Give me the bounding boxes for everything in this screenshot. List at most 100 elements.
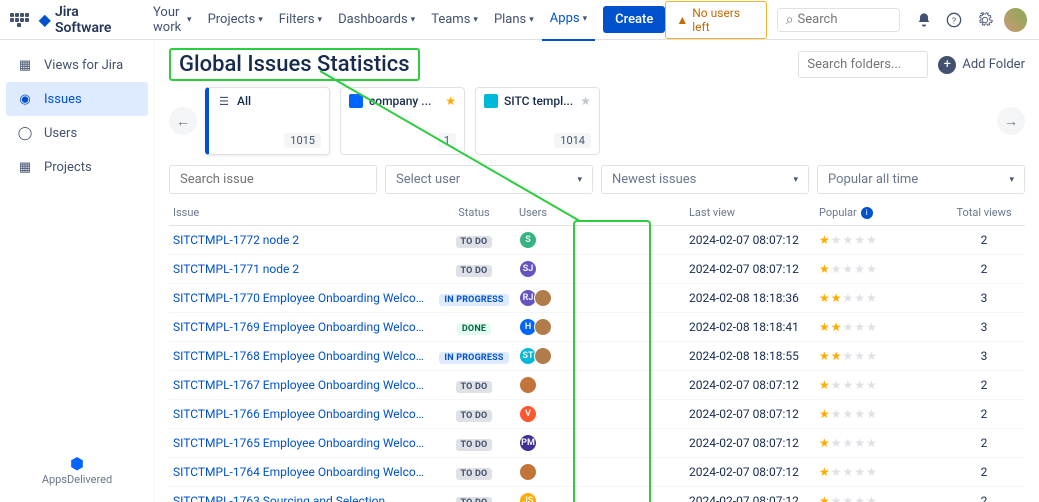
- chevron-down-icon: ▾: [529, 15, 534, 25]
- popularity-stars: ★★★★★: [819, 349, 949, 363]
- issue-link[interactable]: SITCTMPL-1769 Employee Onboarding Welcom…: [169, 320, 429, 334]
- issues-table: Issue Status Users Last view Populari To…: [169, 200, 1025, 502]
- popularity-stars: ★★★★★: [819, 407, 949, 421]
- table-row: SITCTMPL-1768 Employee Onboarding Welcom…: [169, 342, 1025, 371]
- issue-link[interactable]: SITCTMPL-1765 Employee Onboarding Welcom…: [169, 436, 429, 450]
- nav-plans[interactable]: Plans▾: [486, 0, 542, 41]
- user-avatar[interactable]: SJ: [519, 260, 537, 278]
- last-view: 2024-02-07 08:07:12: [689, 378, 819, 392]
- user-avatar[interactable]: [534, 289, 552, 307]
- views-icon: ▦: [16, 56, 34, 74]
- last-view: 2024-02-08 18:18:55: [689, 349, 819, 363]
- table-row: SITCTMPL-1770 Employee Onboarding Welcom…: [169, 284, 1025, 313]
- issue-link[interactable]: SITCTMPL-1767 Employee Onboarding Welcom…: [169, 378, 429, 392]
- issue-link[interactable]: SITCTMPL-1772 node 2: [169, 233, 429, 247]
- nav-teams[interactable]: Teams▾: [423, 0, 486, 41]
- folder-icon: [349, 94, 363, 108]
- col-views: Total views: [949, 206, 1019, 219]
- sidebar-item-users[interactable]: ◯Users: [6, 116, 148, 150]
- sort-label: Newest issues: [612, 172, 696, 187]
- folder-card[interactable]: company ...★1: [340, 87, 465, 155]
- total-views: 2: [949, 378, 1019, 392]
- sort-dropdown[interactable]: Newest issues▾: [601, 165, 809, 194]
- status-badge: IN PROGRESS: [439, 352, 508, 364]
- range-label: Popular all time: [828, 172, 918, 187]
- create-button[interactable]: Create: [603, 6, 665, 33]
- user-avatar[interactable]: [519, 376, 537, 394]
- issue-link[interactable]: SITCTMPL-1770 Employee Onboarding Welcom…: [169, 291, 429, 305]
- folder-card[interactable]: SITC templ...★1014: [475, 87, 600, 155]
- folder-icon: ☰: [217, 94, 231, 108]
- users-cell: [519, 376, 689, 394]
- user-avatar[interactable]: PM: [519, 434, 537, 452]
- cards-next-arrow[interactable]: →: [997, 107, 1025, 135]
- col-issue: Issue: [169, 206, 429, 219]
- sidebar-item-issues[interactable]: ◉Issues: [6, 82, 148, 116]
- notifications-icon[interactable]: [912, 8, 935, 32]
- users-cell: S: [519, 231, 689, 249]
- user-avatar[interactable]: JS: [519, 492, 537, 502]
- settings-icon[interactable]: [974, 8, 997, 32]
- card-count: 1: [438, 133, 456, 148]
- folder-card[interactable]: ☰All1015: [205, 87, 330, 155]
- nav-apps[interactable]: Apps▾: [542, 0, 595, 41]
- main-content: Global Issues Statistics + Add Folder ← …: [155, 40, 1039, 502]
- search-icon: ⌕: [786, 12, 794, 28]
- user-avatar[interactable]: S: [519, 231, 537, 249]
- star-icon[interactable]: ★: [445, 94, 456, 108]
- card-count: 1015: [284, 133, 321, 148]
- add-folder-button[interactable]: + Add Folder: [938, 56, 1025, 74]
- no-users-warning[interactable]: ▲ No users left: [665, 1, 766, 39]
- star-icon[interactable]: ★: [580, 94, 591, 108]
- sidebar: ▦Views for Jira◉Issues◯Users▦Projects ⬢ …: [0, 40, 155, 502]
- range-dropdown[interactable]: Popular all time▾: [817, 165, 1025, 194]
- user-avatar[interactable]: [534, 318, 552, 336]
- issue-link[interactable]: SITCTMPL-1763 Sourcing and Selection: [169, 494, 429, 502]
- popularity-stars: ★★★★★: [819, 465, 949, 479]
- total-views: 3: [949, 349, 1019, 363]
- page-title: Global Issues Statistics: [169, 48, 420, 81]
- app-switcher-icon[interactable]: [8, 8, 31, 32]
- issue-link[interactable]: SITCTMPL-1768 Employee Onboarding Welcom…: [169, 349, 429, 363]
- search-input[interactable]: [798, 12, 892, 27]
- popularity-stars: ★★★★★: [819, 320, 949, 334]
- issue-link[interactable]: SITCTMPL-1764 Employee Onboarding Welcom…: [169, 465, 429, 479]
- user-avatar[interactable]: [519, 463, 537, 481]
- sidebar-item-projects[interactable]: ▦Projects: [6, 150, 148, 184]
- users-cell: [519, 463, 689, 481]
- nav-dashboards[interactable]: Dashboards▾: [330, 0, 423, 41]
- status-badge: DONE: [457, 323, 491, 335]
- warning-icon: ▲: [676, 13, 688, 27]
- search-folders-input[interactable]: [798, 51, 928, 78]
- total-views: 3: [949, 320, 1019, 334]
- projects-icon: ▦: [16, 158, 34, 176]
- status-badge: TO DO: [456, 410, 493, 422]
- user-avatar[interactable]: [534, 347, 552, 365]
- total-views: 2: [949, 436, 1019, 450]
- user-avatar[interactable]: V: [519, 405, 537, 423]
- cards-prev-arrow[interactable]: ←: [169, 107, 197, 135]
- sidebar-item-views-for-jira[interactable]: ▦Views for Jira: [6, 48, 148, 82]
- select-user-dropdown[interactable]: Select user▾: [385, 165, 593, 194]
- users-cell: SJ: [519, 260, 689, 278]
- nav-filters[interactable]: Filters▾: [271, 0, 330, 41]
- issue-link[interactable]: SITCTMPL-1771 node 2: [169, 262, 429, 276]
- status-badge: TO DO: [456, 468, 493, 480]
- status-badge: TO DO: [456, 381, 493, 393]
- issue-link[interactable]: SITCTMPL-1766 Employee Onboarding Welcom…: [169, 407, 429, 421]
- total-views: 2: [949, 262, 1019, 276]
- nav-your-work[interactable]: Your work▾: [145, 0, 200, 41]
- users-cell: H: [519, 318, 689, 336]
- help-icon[interactable]: ?: [943, 8, 966, 32]
- table-row: SITCTMPL-1772 node 2TO DOS2024-02-07 08:…: [169, 226, 1025, 255]
- jira-logo[interactable]: ◆ Jira Software: [39, 4, 133, 36]
- nav-projects[interactable]: Projects▾: [200, 0, 271, 41]
- table-row: SITCTMPL-1763 Sourcing and SelectionTO D…: [169, 487, 1025, 502]
- users-cell: PM: [519, 434, 689, 452]
- global-search[interactable]: ⌕: [777, 8, 901, 32]
- profile-avatar[interactable]: [1004, 8, 1027, 32]
- folder-icon: [484, 94, 498, 108]
- search-issue-input[interactable]: [169, 165, 377, 194]
- last-view: 2024-02-07 08:07:12: [689, 465, 819, 479]
- info-icon[interactable]: i: [861, 207, 873, 219]
